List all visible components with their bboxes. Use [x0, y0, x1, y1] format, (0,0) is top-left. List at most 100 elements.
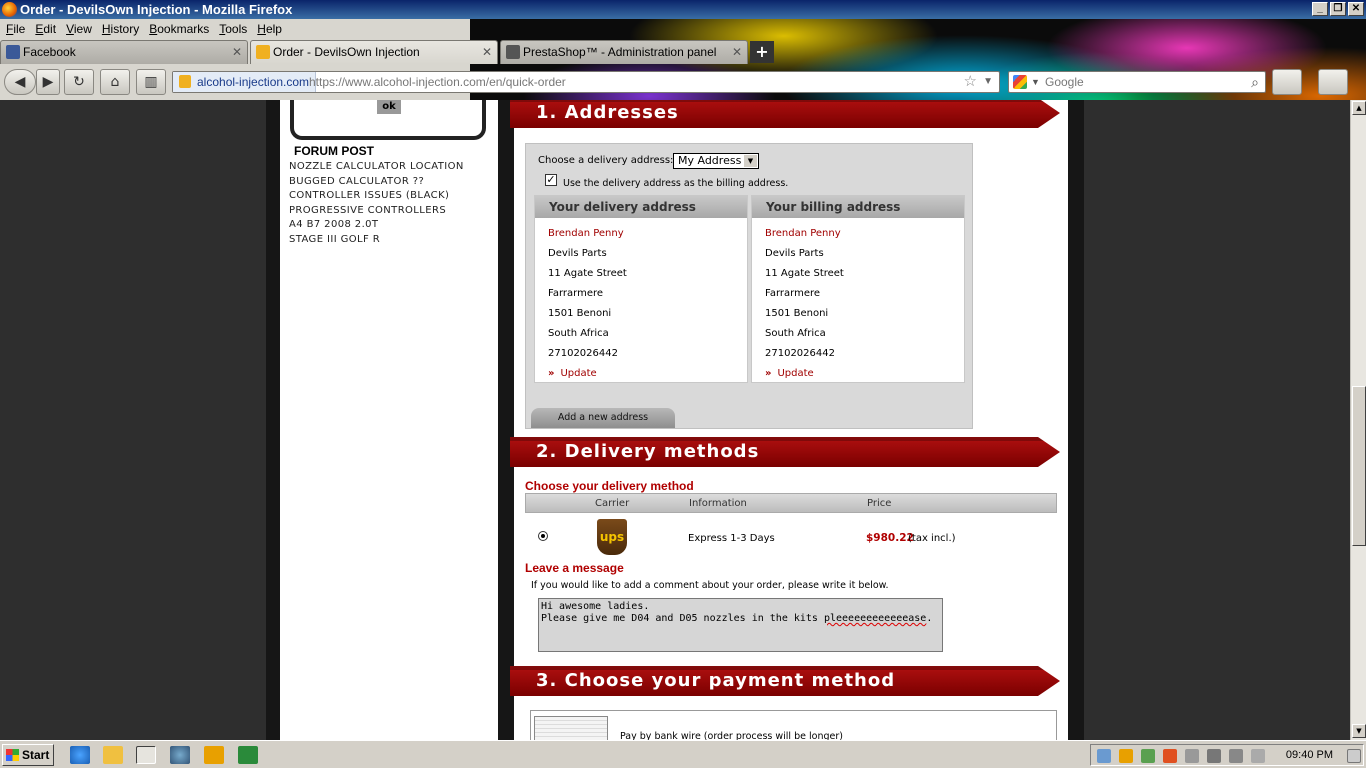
close-tab-icon[interactable]: ✕ [482, 41, 492, 63]
carrier-information: Express 1-3 Days [688, 533, 775, 544]
addon-button-2[interactable] [1318, 69, 1348, 95]
address-phone: 27102026442 [548, 348, 618, 359]
tab-facebook[interactable]: Facebook ✕ [0, 40, 248, 64]
reload-button[interactable]: ↻ [64, 69, 94, 95]
site-identity-button[interactable]: alcohol-injection.com [173, 72, 317, 92]
device-icon[interactable] [1207, 749, 1221, 763]
lock-icon [256, 45, 270, 59]
security-icon[interactable] [1141, 749, 1155, 763]
window-title-bar: Order - DevilsOwn Injection - Mozilla Fi… [0, 0, 1366, 19]
ie-icon[interactable] [70, 746, 90, 764]
back-arrow-icon: ◀ [14, 74, 26, 90]
outlook-icon[interactable] [204, 746, 224, 764]
window-controls: _ ❐ ✕ [1312, 2, 1364, 16]
address-country: South Africa [765, 328, 826, 339]
stats-button[interactable]: ▥ [136, 69, 166, 95]
page-scrollbar[interactable]: ▲ ▼ [1350, 100, 1366, 740]
payment-option-label: Pay by bank wire (order process will be … [620, 731, 843, 740]
scroll-up-icon[interactable]: ▲ [1352, 101, 1366, 115]
tab-prestashop[interactable]: PrestaShop™ - Administration panel ✕ [500, 40, 748, 64]
close-tab-icon[interactable]: ✕ [732, 41, 742, 63]
firefox-icon [2, 2, 17, 17]
delivery-methods-header: 2. Delivery methods [510, 437, 1060, 467]
message-line: Hi awesome ladies. [541, 601, 650, 612]
start-button[interactable]: Start [2, 744, 54, 766]
forum-link[interactable]: PROGRESSIVE CONTROLLERS [289, 204, 464, 219]
messenger-icon[interactable] [170, 746, 190, 764]
outlook-tray-icon[interactable] [1119, 749, 1133, 763]
bookmark-star-icon[interactable]: ☆ [964, 72, 977, 92]
delivery-address-heading: Your delivery address [535, 196, 747, 218]
close-tab-icon[interactable]: ✕ [232, 41, 242, 63]
scroll-down-icon[interactable]: ▼ [1352, 724, 1366, 738]
volume-icon[interactable] [1251, 749, 1265, 763]
carrier-row: ups Express 1-3 Days $980.22 (tax incl.) [525, 516, 1057, 560]
menu-tools[interactable]: Tools [215, 19, 251, 39]
update-delivery-link[interactable]: Update [548, 364, 747, 384]
forum-link[interactable]: A4 B7 2008 2.0T [289, 218, 464, 233]
url-bar[interactable]: alcohol-injection.com https://www.alcoho… [172, 71, 1000, 93]
scroll-thumb[interactable] [1352, 386, 1366, 546]
taskbar: Start 09:40 PM [0, 740, 1366, 768]
menu-view[interactable]: View [62, 19, 96, 39]
network-icon[interactable] [1097, 749, 1111, 763]
forum-link[interactable]: BUGGED CALCULATOR ?? [289, 175, 464, 190]
close-button[interactable]: ✕ [1348, 2, 1364, 16]
forum-post-title: FORUM POST [294, 144, 374, 158]
forum-link[interactable]: STAGE III GOLF R [289, 233, 464, 248]
payment-option-bankwire[interactable]: Pay by bank wire (order process will be … [530, 710, 1057, 740]
addon-button[interactable] [1272, 69, 1302, 95]
menu-file[interactable]: File [2, 19, 29, 39]
browser-chrome: File Edit View History Bookmarks Tools H… [0, 19, 1366, 100]
address-suburb: Farrarmere [765, 288, 821, 299]
leave-message-label: Leave a message [525, 561, 624, 575]
add-address-button[interactable]: Add a new address [531, 408, 675, 428]
address-suburb: Farrarmere [548, 288, 604, 299]
google-icon[interactable] [1013, 75, 1027, 89]
menu-edit[interactable]: Edit [31, 19, 60, 39]
clock: 09:40 PM [1285, 749, 1333, 761]
message-line: Please give me D04 and D05 nozzles in th… [541, 613, 940, 625]
search-engine-dropdown-icon[interactable]: ▼ [1031, 72, 1040, 92]
flag-icon[interactable] [1185, 749, 1199, 763]
home-button[interactable]: ⌂ [100, 69, 130, 95]
new-tab-button[interactable]: + [750, 41, 774, 63]
message-textarea[interactable]: Hi awesome ladies. Please give me D04 and… [538, 598, 943, 652]
menu-help[interactable]: Help [253, 19, 286, 39]
menu-history[interactable]: History [98, 19, 143, 39]
update-billing-link[interactable]: Update [765, 364, 964, 384]
maximize-button[interactable]: ❐ [1330, 2, 1346, 16]
menu-bar: File Edit View History Bookmarks Tools H… [0, 19, 286, 39]
checkmark-icon: ✓ [546, 173, 556, 186]
forward-button[interactable]: ▶ [36, 69, 60, 95]
tab-label: Order - DevilsOwn Injection [273, 45, 420, 59]
chevron-down-icon: ▼ [744, 155, 757, 167]
choose-address-label: Choose a delivery address: [538, 155, 674, 166]
carrier-radio[interactable] [538, 531, 548, 541]
address-country: South Africa [548, 328, 609, 339]
site-identity-label: alcohol-injection.com [197, 75, 310, 89]
signal-icon[interactable] [1229, 749, 1243, 763]
excel-icon[interactable] [238, 746, 258, 764]
magnifier-icon[interactable]: ⌕ [1251, 72, 1259, 92]
same-billing-label: Use the delivery address as the billing … [563, 178, 789, 189]
show-desktop-icon[interactable] [1347, 749, 1361, 763]
address-select[interactable]: My Address ▼ [673, 153, 759, 169]
back-button[interactable]: ◀ [4, 69, 36, 95]
url-dropdown-icon[interactable]: ▼ [983, 72, 993, 92]
firefox-task-button[interactable] [136, 746, 156, 764]
forum-link[interactable]: CONTROLLER ISSUES (BLACK) [289, 189, 464, 204]
browser-tray-icon[interactable] [1163, 749, 1177, 763]
payment-method-header: 3. Choose your payment method [510, 666, 1060, 696]
search-input[interactable]: ▼ Google ⌕ [1008, 71, 1266, 93]
address-street: 11 Agate Street [548, 268, 627, 279]
forum-link[interactable]: NOZZLE CALCULATOR LOCATION [289, 160, 464, 175]
same-billing-checkbox[interactable]: ✓ [545, 174, 557, 186]
ok-button[interactable]: ok [377, 100, 401, 114]
menu-bookmarks[interactable]: Bookmarks [145, 19, 213, 39]
tab-order[interactable]: Order - DevilsOwn Injection ✕ [250, 40, 498, 64]
address-company: Devils Parts [548, 248, 607, 259]
folder-icon[interactable] [103, 746, 123, 764]
tab-label: Facebook [23, 45, 76, 59]
minimize-button[interactable]: _ [1312, 2, 1328, 16]
